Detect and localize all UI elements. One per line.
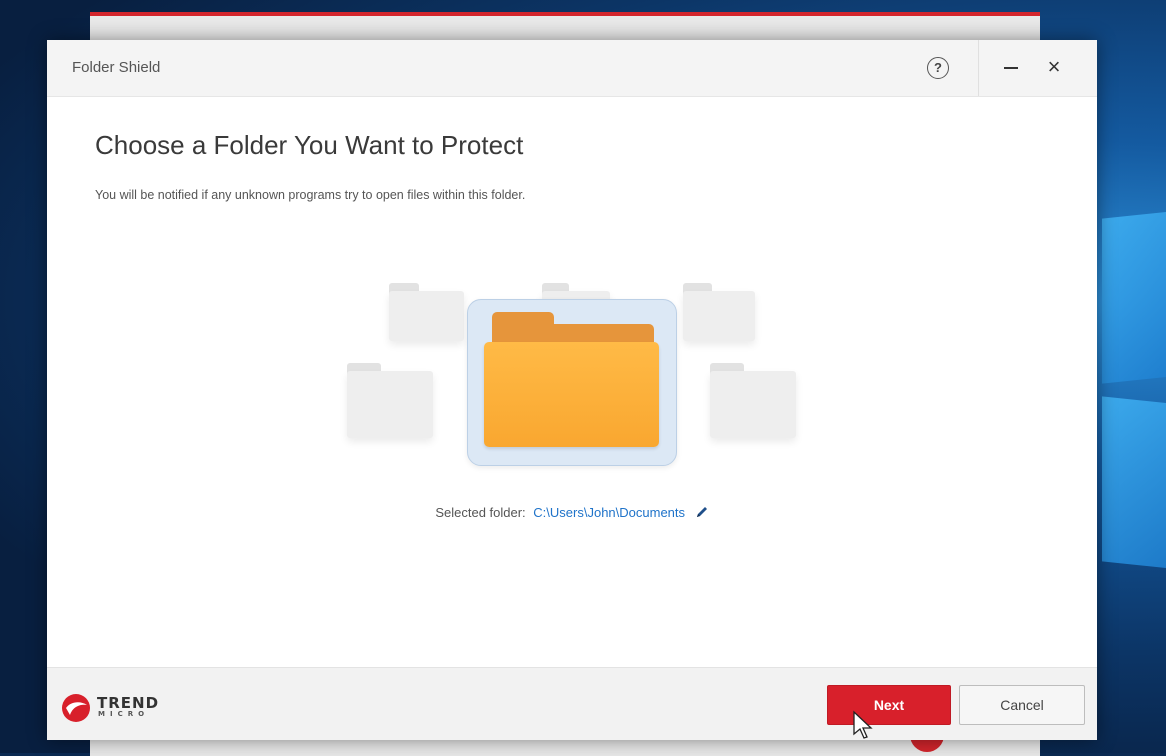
titlebar-divider <box>978 40 979 96</box>
selected-folder-label: Selected folder: <box>435 505 526 520</box>
selected-folder-icon <box>484 312 659 447</box>
folder-icon <box>683 283 755 341</box>
folder-icon <box>347 363 433 438</box>
folder-shield-dialog: Folder Shield ? × Choose a Folder You Wa… <box>47 40 1097 740</box>
mouse-cursor-icon <box>853 710 873 739</box>
minimize-icon[interactable] <box>1004 67 1018 69</box>
trend-micro-logo-icon <box>62 694 90 722</box>
brand-subname: MICRO <box>98 710 150 718</box>
window-title: Folder Shield <box>72 59 161 76</box>
selected-folder-path-link[interactable]: C:\Users\John\Documents <box>533 505 685 520</box>
folder-icon <box>710 363 796 438</box>
page-description: You will be notified if any unknown prog… <box>95 188 526 202</box>
cancel-button[interactable]: Cancel <box>959 685 1085 725</box>
selected-folder-row: Selected folder: C:\Users\John\Documents <box>47 505 1097 522</box>
folder-icon <box>389 283 464 341</box>
help-icon[interactable]: ? <box>927 57 949 79</box>
title-bar: Folder Shield ? × <box>47 40 1097 97</box>
next-button[interactable]: Next <box>827 685 951 725</box>
close-icon[interactable]: × <box>1041 54 1067 80</box>
windows-logo-pane <box>1102 211 1166 384</box>
windows-logo-pane <box>1102 396 1166 569</box>
edit-pencil-icon[interactable] <box>695 505 709 522</box>
page-title: Choose a Folder You Want to Protect <box>95 130 524 160</box>
